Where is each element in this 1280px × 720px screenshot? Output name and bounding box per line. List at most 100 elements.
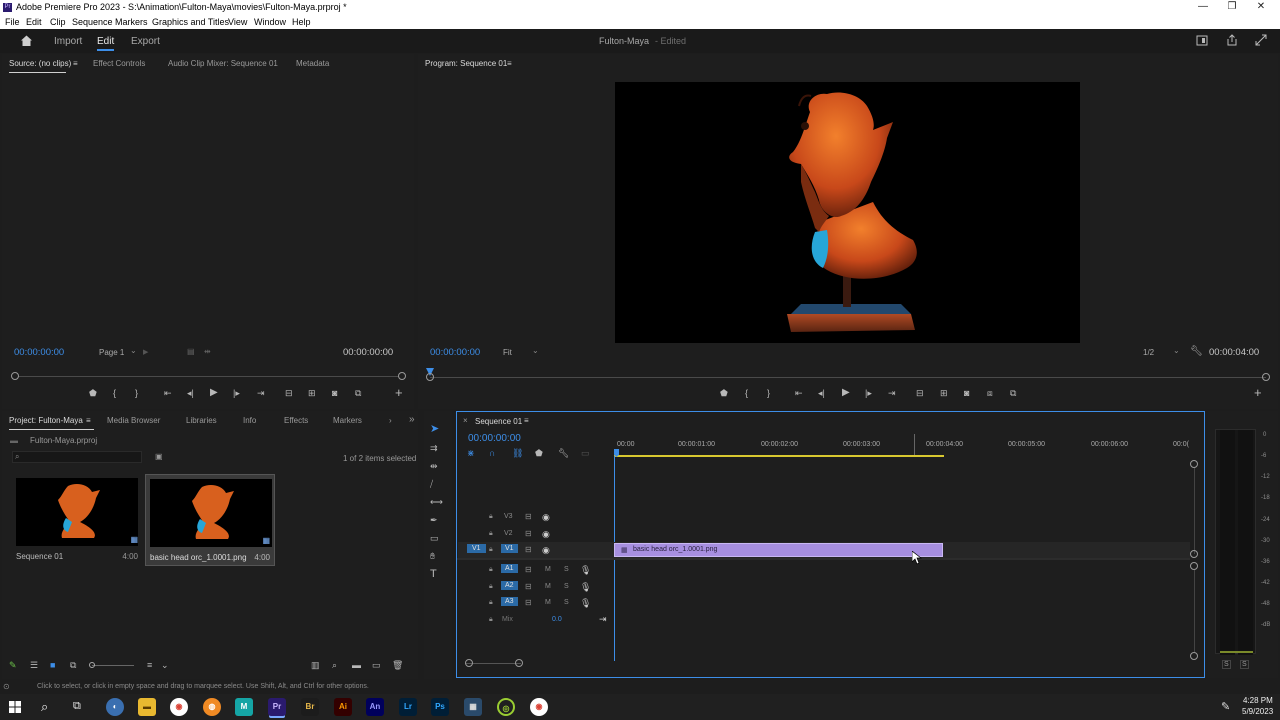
microphone-icon[interactable]: 🎙︎ bbox=[580, 582, 591, 593]
mute-button[interactable]: M bbox=[545, 599, 551, 606]
windows-start-icon[interactable] bbox=[9, 701, 21, 713]
sync-lock-icon[interactable]: ⊟ bbox=[525, 512, 532, 521]
mark-out-icon[interactable]: } bbox=[767, 387, 770, 399]
sort-icon[interactable]: ≡ bbox=[147, 659, 152, 671]
clock-date[interactable]: 5/9/2023 bbox=[1242, 707, 1273, 716]
menu-edit[interactable]: Edit bbox=[26, 17, 42, 27]
eye-icon[interactable]: ◉ bbox=[542, 529, 550, 540]
safe-margins-icon[interactable]: ▤ bbox=[187, 347, 195, 356]
work-area-bar[interactable] bbox=[614, 455, 944, 457]
close-button[interactable]: ✕ bbox=[1254, 1, 1268, 12]
share-icon[interactable] bbox=[1226, 34, 1238, 46]
tab-edit[interactable]: Edit bbox=[97, 36, 115, 51]
close-icon[interactable]: × bbox=[463, 416, 468, 425]
tab-effect-controls[interactable]: Effect Controls bbox=[93, 59, 145, 68]
freeform-view-icon[interactable]: ⧉ bbox=[70, 659, 76, 671]
snap-icon[interactable]: ∩ bbox=[489, 447, 495, 459]
tab-media-browser[interactable]: Media Browser bbox=[107, 416, 160, 425]
program-fit-select[interactable]: Fit bbox=[503, 348, 512, 357]
menu-help[interactable]: Help bbox=[292, 17, 311, 27]
app-icon[interactable]: ◎ bbox=[497, 698, 515, 716]
fullscreen-icon[interactable] bbox=[1255, 34, 1267, 46]
search-icon[interactable]: ⌕ bbox=[41, 699, 48, 715]
menu-file[interactable]: File bbox=[5, 17, 20, 27]
export-frame-icon[interactable]: ◙ bbox=[964, 387, 969, 399]
sequence-tab[interactable]: Sequence 01 bbox=[475, 417, 522, 426]
program-monitor-video[interactable] bbox=[615, 82, 1080, 343]
project-item-sequence[interactable]: ▦ Sequence 01 4:00 bbox=[12, 474, 142, 566]
play-icon[interactable]: ▶ bbox=[210, 387, 218, 399]
tab-project[interactable]: Project: Fulton-Maya bbox=[9, 416, 83, 425]
zoom-handle-right[interactable] bbox=[515, 659, 523, 667]
export-frame-icon[interactable]: ◙ bbox=[332, 387, 337, 399]
task-view-icon[interactable]: ⧉ bbox=[73, 700, 81, 713]
solo-button[interactable]: S bbox=[564, 583, 569, 590]
trash-icon[interactable]: 🗑︎ bbox=[392, 659, 403, 671]
solo-button[interactable]: S bbox=[564, 566, 569, 573]
new-bin-icon[interactable]: ▬ bbox=[352, 659, 361, 671]
timeline-zoom-bar[interactable] bbox=[465, 663, 521, 664]
go-to-out-icon[interactable]: ⇥ bbox=[257, 387, 265, 399]
menu-sequence[interactable]: Sequence bbox=[72, 17, 113, 27]
chevron-down-icon[interactable]: ⌄ bbox=[532, 346, 539, 355]
panel-overflow-icon[interactable]: » bbox=[409, 414, 415, 425]
timeline-ruler[interactable]: 00:00 00:00:01:00 00:00:02:00 00:00:03:0… bbox=[614, 434, 1192, 457]
tab-info[interactable]: Info bbox=[243, 416, 256, 425]
sync-lock-icon[interactable]: ⊟ bbox=[525, 545, 532, 554]
project-menu-icon[interactable]: ≡ bbox=[86, 416, 91, 425]
step-forward-icon[interactable]: |▸ bbox=[233, 387, 240, 399]
mark-out-icon[interactable]: } bbox=[135, 387, 138, 399]
project-search-input[interactable]: ⌕ bbox=[12, 451, 142, 463]
program-in-handle[interactable] bbox=[426, 373, 434, 381]
eye-icon[interactable]: ◉ bbox=[542, 545, 550, 556]
program-timecode[interactable]: 00:00:00:00 bbox=[430, 347, 480, 358]
go-to-in-icon[interactable]: ⇤ bbox=[795, 387, 803, 399]
lock-icon[interactable]: 🔒︎ bbox=[489, 566, 493, 574]
nest-icon[interactable]: ⋇ bbox=[467, 447, 475, 459]
add-button-icon[interactable]: + bbox=[395, 386, 403, 399]
step-back-icon[interactable]: ◂| bbox=[187, 387, 194, 399]
program-title[interactable]: Program: Sequence 01 bbox=[425, 59, 507, 68]
solo-left-button[interactable]: S bbox=[1222, 660, 1231, 669]
sync-lock-icon[interactable]: ⊟ bbox=[525, 582, 532, 591]
maya-icon[interactable]: M bbox=[235, 698, 253, 716]
file-explorer-icon[interactable]: ▬ bbox=[138, 698, 156, 716]
zoom-slider[interactable] bbox=[92, 665, 134, 666]
lock-icon[interactable]: 🔒︎ bbox=[489, 513, 493, 521]
track-label[interactable]: A2 bbox=[501, 581, 518, 590]
program-out-handle[interactable] bbox=[1262, 373, 1270, 381]
menu-graphics-titles[interactable]: Graphics and Titles bbox=[152, 17, 229, 27]
timeline-settings-icon[interactable]: 🔧︎ bbox=[558, 447, 569, 459]
slip-tool-icon[interactable]: ⟷ bbox=[430, 496, 443, 508]
step-forward-icon[interactable]: |▸ bbox=[865, 387, 872, 399]
ripple-edit-tool-icon[interactable]: ⇹ bbox=[430, 460, 438, 472]
premiere-icon[interactable]: Pr bbox=[268, 698, 286, 716]
chevron-down-icon[interactable]: ⌄ bbox=[161, 659, 169, 671]
audio-scroll-handle[interactable] bbox=[1190, 562, 1198, 570]
menu-clip[interactable]: Clip bbox=[50, 17, 66, 27]
add-marker-icon[interactable]: ⬟ bbox=[89, 387, 97, 399]
track-select-tool-icon[interactable]: ⇉ bbox=[430, 442, 438, 454]
project-item-image[interactable]: ▦ basic head orc_1.0001.png 4:00 bbox=[145, 474, 275, 566]
microphone-icon[interactable]: 🎙︎ bbox=[580, 565, 591, 576]
automate-to-sequence-icon[interactable]: ▥ bbox=[311, 659, 320, 671]
source-in-handle[interactable] bbox=[11, 372, 19, 380]
rectangle-tool-icon[interactable]: ▭ bbox=[430, 532, 439, 544]
extract-icon[interactable]: ⊞ bbox=[940, 387, 948, 399]
restore-button[interactable]: ❐ bbox=[1225, 1, 1239, 12]
home-icon[interactable] bbox=[20, 34, 33, 47]
animate-icon[interactable]: An bbox=[366, 698, 384, 716]
comparison-view-icon[interactable]: ⧈ bbox=[987, 387, 993, 399]
tab-audio-clip-mixer[interactable]: Audio Clip Mixer: Sequence 01 bbox=[168, 59, 278, 68]
source-page-select[interactable]: Page 1 bbox=[99, 348, 124, 357]
source-patch-v1[interactable]: V1 bbox=[467, 544, 486, 553]
solo-right-button[interactable]: S bbox=[1240, 660, 1249, 669]
overwrite-icon[interactable]: ⊞ bbox=[308, 387, 316, 399]
write-icon[interactable]: ✎ bbox=[9, 659, 17, 671]
program-time-ruler[interactable] bbox=[430, 377, 1266, 378]
tab-effects[interactable]: Effects bbox=[284, 416, 308, 425]
minimize-button[interactable]: — bbox=[1196, 1, 1210, 12]
play-icon[interactable]: ▶ bbox=[842, 387, 850, 399]
chrome-icon[interactable]: ◉ bbox=[170, 698, 188, 716]
tab-source[interactable]: Source: (no clips) bbox=[9, 59, 71, 68]
